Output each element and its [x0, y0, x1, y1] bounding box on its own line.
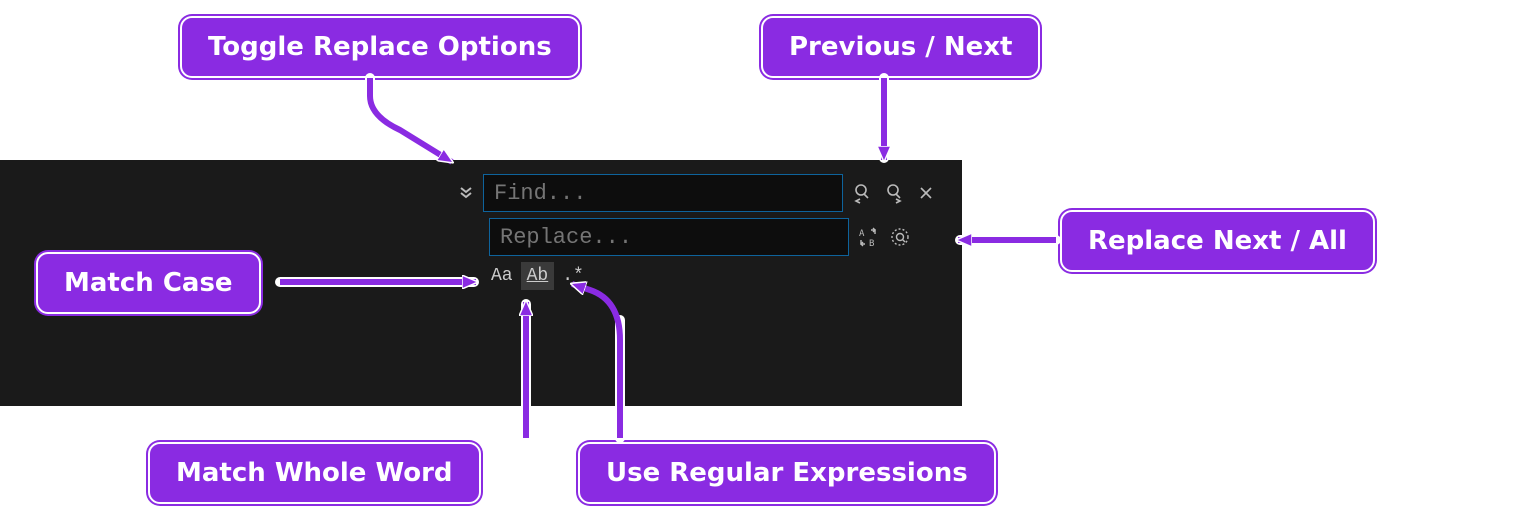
replace-all-icon [889, 226, 911, 248]
chevron-double-down-icon [458, 185, 474, 201]
next-match-icon [883, 182, 905, 204]
callout-use-regex: Use Regular Expressions [578, 442, 996, 504]
callout-replace-next-all: Replace Next / All [1060, 210, 1375, 272]
callout-toggle-replace: Toggle Replace Options [180, 16, 580, 78]
match-whole-word-button[interactable]: Ab [521, 262, 555, 290]
callout-match-case: Match Case [36, 252, 261, 314]
match-case-button[interactable]: Aa [485, 262, 519, 290]
find-input[interactable] [483, 174, 843, 212]
find-next-button[interactable] [881, 180, 907, 206]
close-icon [918, 185, 934, 201]
replace-input[interactable] [489, 218, 849, 256]
replace-icon: A B [857, 226, 879, 248]
close-button[interactable] [913, 180, 939, 206]
toggle-replace-button[interactable] [455, 182, 477, 204]
previous-match-icon [851, 182, 873, 204]
use-regex-button[interactable]: .* [556, 262, 590, 290]
replace-all-button[interactable] [887, 224, 913, 250]
find-replace-widget: A B Aa Ab .* [455, 174, 955, 290]
whole-word-label: Ab [527, 266, 549, 286]
svg-text:A: A [859, 229, 865, 239]
replace-next-button[interactable]: A B [855, 224, 881, 250]
callout-match-whole-word: Match Whole Word [148, 442, 481, 504]
callout-prev-next: Previous / Next [761, 16, 1040, 78]
svg-text:B: B [869, 239, 874, 248]
find-previous-button[interactable] [849, 180, 875, 206]
